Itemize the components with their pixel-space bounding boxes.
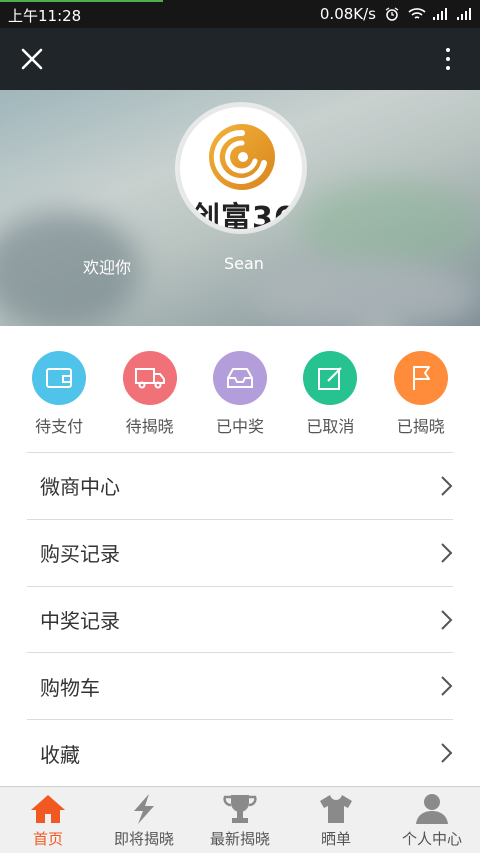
- shirt-icon: [320, 795, 352, 823]
- username: Sean: [224, 254, 264, 273]
- person-icon: [416, 794, 448, 824]
- tab-latest-reveal[interactable]: 最新揭晓: [192, 787, 288, 853]
- status-label: 已取消: [306, 417, 355, 436]
- menu-item-shopping-cart[interactable]: 购物车: [27, 652, 453, 719]
- tab-coming-soon[interactable]: 即将揭晓: [96, 787, 192, 853]
- menu-item-label: 微商中心: [40, 475, 120, 500]
- title-bar: [0, 28, 480, 90]
- status-cancelled[interactable]: 已取消: [290, 326, 370, 452]
- signal-icon-2: [456, 7, 472, 21]
- tab-label: 个人中心: [401, 830, 462, 848]
- menu-item-purchase-records[interactable]: 购买记录: [27, 518, 453, 586]
- status-bar: 上午11:28 0.08K/s: [0, 0, 480, 28]
- status-label: 待支付: [35, 417, 84, 436]
- more-dot-icon: [446, 57, 450, 61]
- menu-item-label: 购物车: [40, 675, 100, 700]
- chevron-right-icon: [441, 743, 453, 763]
- edit-icon: [303, 351, 358, 405]
- status-won[interactable]: 已中奖: [200, 326, 280, 452]
- chevron-right-icon: [441, 476, 453, 496]
- order-status-row: 待支付 待揭晓 已中奖 已取消 已揭晓: [0, 326, 480, 452]
- alarm-icon: [384, 7, 400, 21]
- chevron-right-icon: [441, 609, 453, 630]
- status-label: 已揭晓: [396, 417, 445, 436]
- tab-show-orders[interactable]: 晒单: [288, 787, 384, 853]
- tab-label: 晒单: [320, 830, 351, 848]
- avatar[interactable]: 创富360: [177, 104, 305, 232]
- bottom-tab-bar: 首页 即将揭晓 最新揭晓 晒单 个人中心: [0, 786, 480, 853]
- status-time: 上午11:28: [8, 7, 82, 25]
- status-revealed[interactable]: 已揭晓: [381, 326, 461, 452]
- menu-item-label: 收藏: [40, 742, 80, 767]
- tab-home[interactable]: 首页: [0, 787, 96, 853]
- menu-item-label: 购买记录: [40, 542, 120, 567]
- more-dot-icon: [446, 48, 450, 52]
- lightning-icon: [134, 794, 154, 824]
- status-pending-reveal[interactable]: 待揭晓: [110, 326, 190, 452]
- logo-swirl-icon: [209, 124, 275, 190]
- welcome-text: 欢迎你: [83, 258, 132, 277]
- wifi-icon: [408, 7, 426, 21]
- background-blur: [250, 260, 480, 326]
- inbox-icon: [212, 351, 267, 405]
- flag-icon: [393, 351, 448, 405]
- close-icon: [21, 48, 43, 70]
- home-icon: [31, 795, 65, 823]
- tab-label: 首页: [32, 830, 63, 848]
- status-label: 待揭晓: [125, 417, 174, 436]
- menu-item-winning-records[interactable]: 中奖记录: [27, 585, 453, 653]
- menu-item-wechat-center[interactable]: 微商中心: [27, 452, 453, 519]
- page-load-progress: [0, 0, 163, 2]
- signal-icon-1: [432, 7, 448, 21]
- background-blur: [300, 180, 480, 270]
- menu-item-favorites[interactable]: 收藏: [27, 719, 453, 786]
- logo-text: 创富360: [190, 201, 305, 232]
- more-dot-icon: [446, 66, 450, 70]
- chevron-right-icon: [441, 676, 453, 697]
- truck-icon: [122, 351, 177, 405]
- profile-banner: 创富360 欢迎你 Sean: [0, 90, 480, 326]
- menu-item-label: 中奖记录: [40, 608, 120, 633]
- trophy-icon: [223, 795, 257, 823]
- status-label: 已中奖: [215, 417, 264, 436]
- tab-personal-center[interactable]: 个人中心: [384, 787, 480, 853]
- close-button[interactable]: [14, 41, 50, 77]
- tab-label: 即将揭晓: [113, 830, 174, 848]
- network-speed: 0.08K/s: [319, 5, 376, 23]
- wallet-icon: [32, 351, 87, 405]
- tab-label: 最新揭晓: [209, 830, 270, 848]
- more-menu-button[interactable]: [438, 41, 458, 77]
- profile-menu: 微商中心 购买记录 中奖记录 购物车 收藏: [0, 452, 480, 786]
- status-pending-payment[interactable]: 待支付: [19, 326, 99, 452]
- chevron-right-icon: [441, 543, 453, 563]
